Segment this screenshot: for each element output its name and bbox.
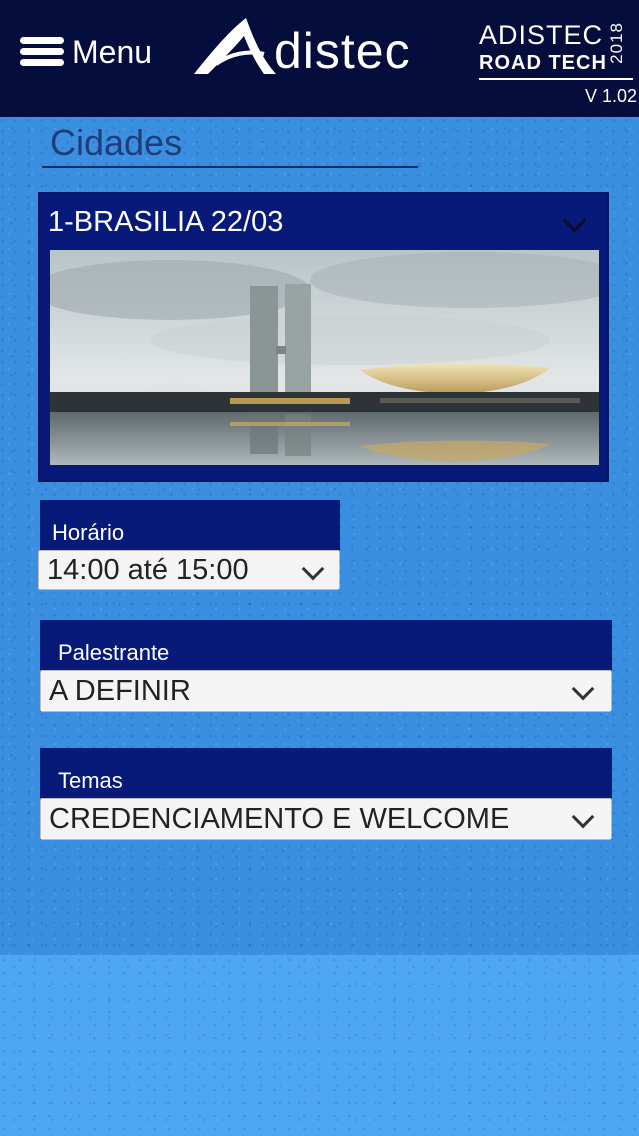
title-underline [42,166,418,168]
brand-wordmark: distec [274,23,411,79]
adistec-a-mark-icon [194,18,276,74]
city-dropdown[interactable]: 1-BRASILIA 22/03 [38,192,609,482]
palestrante-value: A DEFINIR [49,675,191,707]
event-underline [479,78,633,80]
event-line1: ADISTEC [479,20,604,50]
event-line2: ROAD TECH [479,52,607,74]
menu-label: Menu [72,33,153,70]
temas-value: CREDENCIAMENTO E WELCOME [49,803,510,835]
chevron-down-icon [562,208,587,233]
horario-select[interactable]: 14:00 até 15:00 [38,550,340,590]
app-header: Menu distec ADISTEC ROAD TECH 2018 V 1.0… [0,0,639,117]
chevron-down-icon [571,677,595,701]
page-title: Cidades [50,122,183,163]
palestrante-label: Palestrante [58,640,170,665]
city-photo [50,250,599,465]
hamburger-icon [20,37,64,67]
adistec-logo: distec [190,12,411,76]
menu-button[interactable]: Menu [20,28,152,76]
temas-select[interactable]: CREDENCIAMENTO E WELCOME [40,798,612,840]
horario-value: 14:00 até 15:00 [47,554,249,586]
palestrante-select[interactable]: A DEFINIR [40,670,612,712]
temas-field: Temas CREDENCIAMENTO E WELCOME [40,748,612,840]
event-year: 2018 [607,22,626,64]
road-tech-logo: ADISTEC ROAD TECH 2018 [479,20,633,82]
horario-field: Horário 14:00 até 15:00 [38,500,340,590]
chevron-down-icon [301,557,325,581]
app-version: V 1.02 [584,86,637,106]
city-selected-label: 1-BRASILIA 22/03 [48,206,284,238]
background-texture-bottom [0,955,639,1136]
chevron-down-icon [571,805,595,829]
palestrante-field: Palestrante A DEFINIR [40,620,612,712]
temas-label: Temas [58,768,123,793]
horario-label: Horário [52,520,125,545]
